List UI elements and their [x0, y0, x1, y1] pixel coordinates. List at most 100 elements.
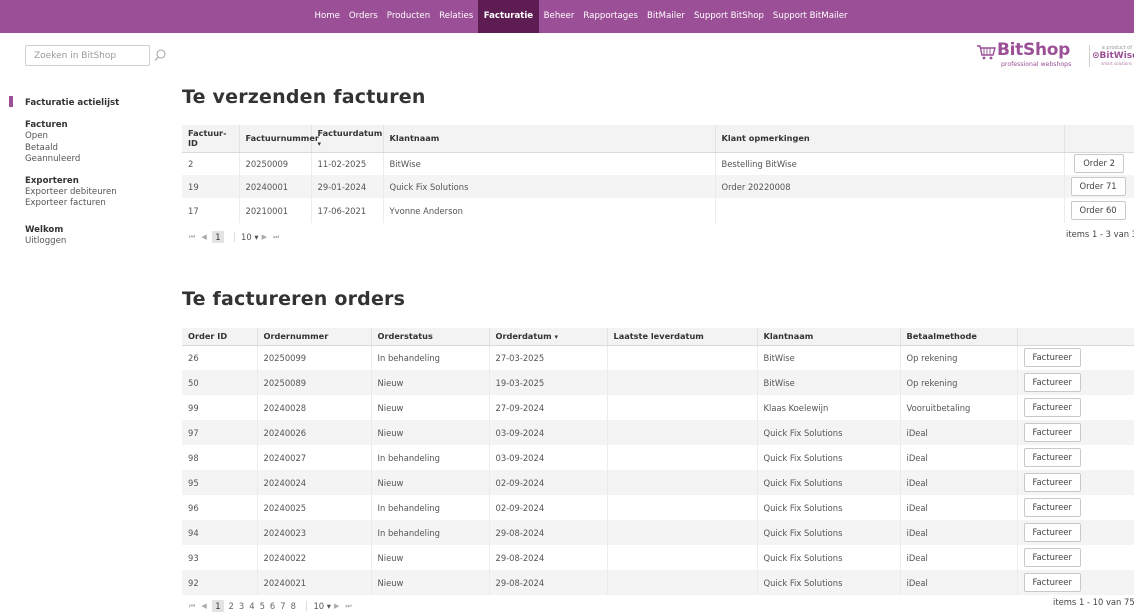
- page-number[interactable]: 7: [280, 601, 285, 611]
- logo-name: BitShop: [997, 40, 1071, 60]
- cell-payment: iDeal: [900, 470, 1018, 495]
- nav-item-producten[interactable]: Producten: [382, 0, 434, 33]
- column-header-order-id[interactable]: Order ID: [182, 328, 258, 346]
- column-header-ordernummer[interactable]: Ordernummer: [257, 328, 372, 346]
- column-header-factuurnummer[interactable]: Factuurnummer: [239, 125, 319, 153]
- cell-last-delivery: [607, 470, 758, 495]
- cell-number: 20240026: [257, 420, 372, 445]
- sidebar-item-facturatie-actielijst[interactable]: Facturatie actielijst: [25, 96, 165, 110]
- cell-id: 95: [182, 470, 258, 495]
- search-input[interactable]: [26, 46, 149, 65]
- sidebar-item-uitloggen[interactable]: Uitloggen: [25, 236, 165, 248]
- cell-action: Order 2: [1064, 152, 1134, 175]
- factureer-button[interactable]: Factureer: [1023, 348, 1081, 368]
- nav-item-home[interactable]: Home: [310, 0, 344, 33]
- next-page-icon[interactable]: ▶: [262, 233, 267, 241]
- cell-date: 17-06-2021: [311, 198, 384, 223]
- page-size-select[interactable]: 10 ▾: [306, 601, 331, 611]
- column-header-label: Laatste leverdatum: [613, 331, 704, 342]
- column-header-laatste-leverdatum[interactable]: Laatste leverdatum: [607, 328, 758, 346]
- page-number[interactable]: 1: [212, 600, 224, 612]
- page-number[interactable]: 4: [249, 601, 254, 611]
- bitshop-logo[interactable]: BitShop professional webshops: [975, 40, 1085, 72]
- nav-item-support-bitmailer[interactable]: Support BitMailer: [768, 0, 852, 33]
- factureer-button[interactable]: Factureer: [1023, 523, 1081, 542]
- next-page-icon[interactable]: ▶: [334, 602, 339, 610]
- cell-payment: iDeal: [900, 520, 1018, 545]
- cell-payment: Vooruitbetaling: [900, 395, 1018, 420]
- sort-desc-icon[interactable]: ▾: [318, 140, 322, 148]
- cell-payment: iDeal: [900, 545, 1018, 570]
- sidebar-section-facturen: Facturen Open Betaald Geannuleerd: [25, 119, 165, 166]
- search-icon[interactable]: [153, 48, 167, 62]
- cell-id: 93: [182, 545, 258, 570]
- cell-status: Nieuw: [371, 570, 490, 595]
- nav-item-relaties[interactable]: Relaties: [435, 0, 478, 33]
- column-header-label: Order ID: [188, 331, 228, 342]
- factureer-button[interactable]: Factureer: [1023, 423, 1081, 442]
- first-page-icon[interactable]: ⏮: [189, 602, 195, 611]
- nav-item-rapportages[interactable]: Rapportages: [579, 0, 643, 33]
- open-order-button[interactable]: Order 71: [1070, 177, 1126, 196]
- cell-action: Factureer: [1017, 570, 1134, 595]
- page-number[interactable]: 3: [239, 601, 244, 611]
- search-box[interactable]: [25, 45, 150, 66]
- column-header-label: Betaalmethode: [906, 331, 977, 342]
- column-header-actions: [1017, 328, 1134, 346]
- column-header-orderstatus[interactable]: Orderstatus: [371, 328, 490, 346]
- last-page-icon[interactable]: ⏭: [345, 602, 351, 611]
- cell-number: 20240028: [257, 395, 372, 420]
- cell-remarks: Bestelling BitWise: [715, 152, 1065, 175]
- column-header-klantnaam[interactable]: Klantnaam: [757, 328, 901, 346]
- sidebar-item-geannuleerd[interactable]: Geannuleerd: [25, 154, 165, 166]
- sidebar-item-open[interactable]: Open: [25, 131, 165, 143]
- factureer-button[interactable]: Factureer: [1023, 498, 1081, 517]
- factureer-button[interactable]: Factureer: [1023, 448, 1081, 467]
- nav-item-facturatie[interactable]: Facturatie: [477, 0, 540, 33]
- cell-customer: Quick Fix Solutions: [757, 420, 901, 445]
- factureer-button[interactable]: Factureer: [1023, 548, 1081, 567]
- prev-page-icon[interactable]: ◀: [201, 233, 206, 241]
- column-header-factuur-id[interactable]: Factuur-ID: [182, 125, 240, 153]
- sidebar-item-betaald[interactable]: Betaald: [25, 143, 165, 155]
- table-row: 19 20240001 29-01-2024 Quick Fix Solutions O…: [182, 175, 1134, 198]
- column-header-klant-opmerkingen[interactable]: Klant opmerkingen: [715, 125, 1065, 153]
- column-header-orderdatum[interactable]: Orderdatum ▾: [489, 328, 608, 346]
- column-header-label: Factuurdatum: [317, 127, 383, 138]
- cart-icon: [977, 45, 996, 60]
- page-number[interactable]: 8: [291, 601, 296, 611]
- page-number[interactable]: 2: [229, 601, 234, 611]
- last-page-icon[interactable]: ⏭: [273, 233, 279, 242]
- page-number[interactable]: 1: [212, 231, 224, 243]
- sidebar-item-exporteer-facturen[interactable]: Exporteer facturen: [25, 198, 165, 210]
- table-row: 95 20240024 Nieuw 02-09-2024 Quick Fix Solut…: [182, 470, 1134, 495]
- factureer-button[interactable]: Factureer: [1023, 373, 1081, 392]
- column-header-klantnaam[interactable]: Klantnaam: [383, 125, 716, 153]
- nav-item-orders[interactable]: Orders: [344, 0, 382, 33]
- cell-number: 20240022: [257, 545, 372, 570]
- page-size-select[interactable]: 10 ▾: [234, 232, 259, 242]
- sort-desc-icon[interactable]: ▾: [554, 333, 558, 341]
- factureer-button[interactable]: Factureer: [1023, 473, 1081, 492]
- column-header-factuurdatum[interactable]: Factuurdatum ▾: [311, 125, 384, 153]
- nav-item-bitmailer[interactable]: BitMailer: [643, 0, 690, 33]
- cell-customer: BitWise: [757, 370, 901, 395]
- page-number[interactable]: 6: [270, 601, 275, 611]
- page-number[interactable]: 5: [260, 601, 265, 611]
- open-order-button[interactable]: Order 60: [1070, 201, 1126, 220]
- nav-item-support-bitshop[interactable]: Support BitShop: [689, 0, 768, 33]
- cell-payment: Op rekening: [900, 370, 1018, 395]
- factureer-button[interactable]: Factureer: [1023, 573, 1081, 592]
- first-page-icon[interactable]: ⏮: [189, 233, 195, 242]
- cell-date: 29-08-2024: [489, 520, 608, 545]
- open-order-button[interactable]: Order 2: [1074, 154, 1124, 174]
- prev-page-icon[interactable]: ◀: [201, 602, 206, 610]
- cell-last-delivery: [607, 345, 758, 370]
- cell-action: Factureer: [1017, 370, 1134, 395]
- nav-item-beheer[interactable]: Beheer: [539, 0, 579, 33]
- sidebar-item-exporteer-debiteuren[interactable]: Exporteer debiteuren: [25, 187, 165, 199]
- factureer-button[interactable]: Factureer: [1023, 398, 1081, 417]
- cell-status: Nieuw: [371, 470, 490, 495]
- cell-status: In behandeling: [371, 445, 490, 470]
- column-header-betaalmethode[interactable]: Betaalmethode: [900, 328, 1018, 346]
